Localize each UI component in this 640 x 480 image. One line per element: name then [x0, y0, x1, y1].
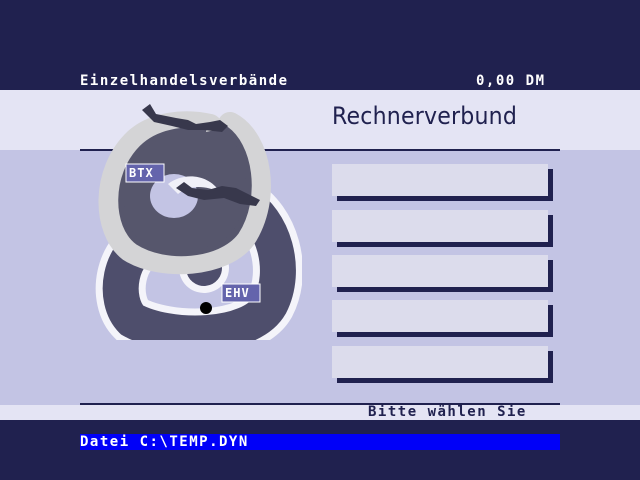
menu-button-3[interactable]	[332, 255, 548, 287]
menu-button-1[interactable]	[332, 164, 548, 196]
header-category: Einzelhandelsverbände	[80, 73, 289, 89]
connector-dot	[200, 302, 212, 314]
file-path: Datei C:\TEMP.DYN	[80, 434, 249, 450]
ehv-label: EHV	[225, 286, 250, 300]
network-logo-icon: BTX EHV	[95, 104, 302, 340]
menu-button-4[interactable]	[332, 300, 548, 332]
header-amount: 0,00 DM	[476, 73, 546, 89]
page-title: Rechnerverbund	[332, 102, 518, 130]
status-band	[0, 405, 640, 420]
menu-button-5[interactable]	[332, 346, 548, 378]
status-prompt: Bitte wählen Sie	[368, 404, 527, 420]
menu-button-2[interactable]	[332, 210, 548, 242]
btx-label: BTX	[129, 166, 154, 180]
